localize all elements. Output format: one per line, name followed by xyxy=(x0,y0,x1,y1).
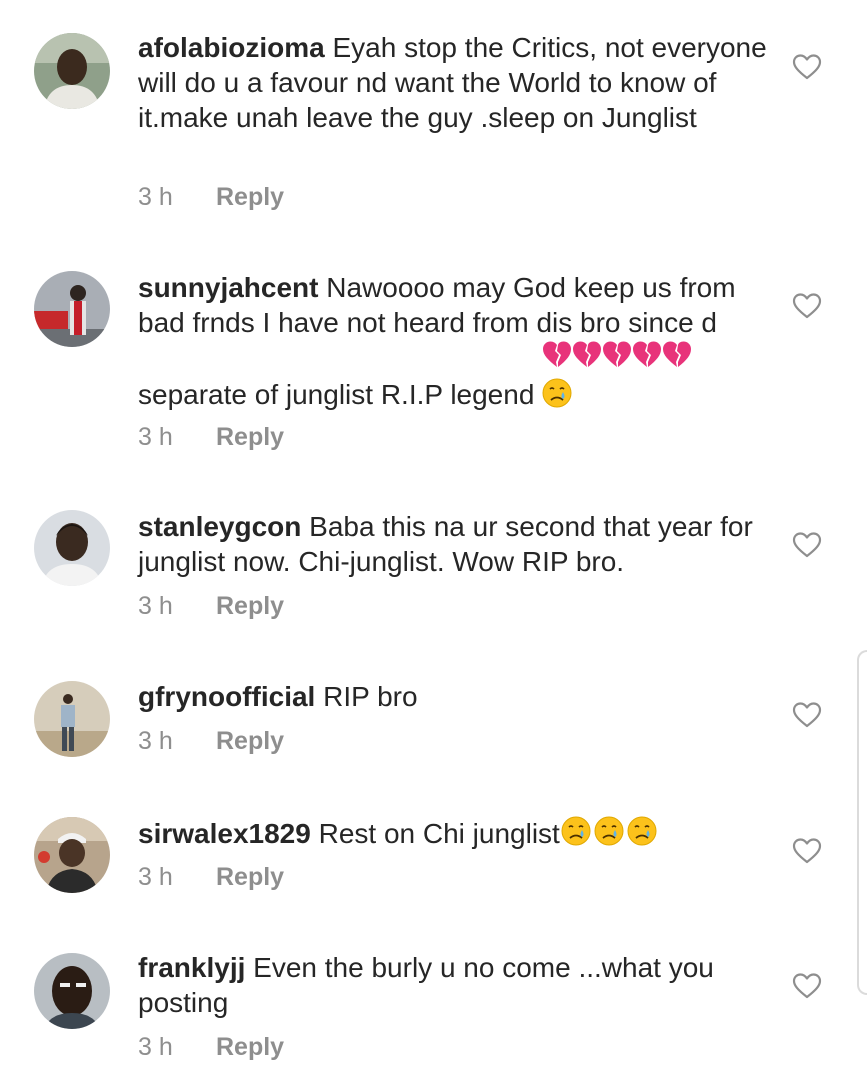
avatar[interactable] xyxy=(34,510,110,586)
comment-timestamp: 3 h xyxy=(138,863,173,891)
crying-face-icon xyxy=(561,816,657,846)
comment-timestamp: 3 h xyxy=(138,727,173,755)
heart-icon[interactable] xyxy=(792,53,822,81)
comment-username[interactable]: sirwalex1829 xyxy=(138,818,311,849)
reply-button[interactable]: Reply xyxy=(216,727,284,755)
comment-body: Rest on Chi junglist xyxy=(310,818,560,849)
emoji-group xyxy=(560,815,660,855)
comment-text: franklyjj Even the burly u no come ...wh… xyxy=(138,950,768,1020)
heart-icon[interactable] xyxy=(792,531,822,559)
avatar[interactable] xyxy=(34,817,110,893)
comment-text: sunnyjahcent Nawoooo may God keep us fro… xyxy=(138,270,768,416)
emoji-group xyxy=(542,340,692,416)
comment-meta: 3 h Reply xyxy=(138,592,284,621)
comment-timestamp: 3 h xyxy=(138,423,173,451)
reply-button[interactable]: Reply xyxy=(216,863,284,891)
comment-username[interactable]: afolabiozioma xyxy=(138,32,325,63)
reply-button[interactable]: Reply xyxy=(216,423,284,451)
avatar[interactable] xyxy=(34,271,110,347)
avatar[interactable] xyxy=(34,33,110,109)
reply-button[interactable]: Reply xyxy=(216,592,284,620)
heart-icon[interactable] xyxy=(792,701,822,729)
comment-username[interactable]: sunnyjahcent xyxy=(138,272,318,303)
comment-meta: 3 h Reply xyxy=(138,183,284,212)
comment-text: stanleygcon Baba this na ur second that … xyxy=(138,509,768,579)
heart-icon[interactable] xyxy=(792,292,822,320)
crying-face-icon xyxy=(542,378,572,408)
comment-meta: 3 h Reply xyxy=(138,1033,284,1062)
comment-username[interactable]: stanleygcon xyxy=(138,511,301,542)
comment-body: RIP bro xyxy=(315,681,418,712)
broken-heart-icon xyxy=(543,341,692,367)
comment-text: afolabiozioma Eyah stop the Critics, not… xyxy=(138,30,768,135)
comment-text: sirwalex1829 Rest on Chi junglist xyxy=(138,815,768,855)
heart-icon[interactable] xyxy=(792,972,822,1000)
comment-username[interactable]: gfrynoofficial xyxy=(138,681,315,712)
comment-timestamp: 3 h xyxy=(138,592,173,620)
avatar[interactable] xyxy=(34,681,110,757)
reply-button[interactable]: Reply xyxy=(216,1033,284,1061)
comment-meta: 3 h Reply xyxy=(138,863,284,892)
scrollbar[interactable] xyxy=(857,650,867,995)
comment-text: gfrynoofficial RIP bro xyxy=(138,679,768,714)
comment-username[interactable]: franklyjj xyxy=(138,952,245,983)
reply-button[interactable]: Reply xyxy=(216,183,284,211)
comment-meta: 3 h Reply xyxy=(138,423,284,452)
heart-icon[interactable] xyxy=(792,837,822,865)
comment-meta: 3 h Reply xyxy=(138,727,284,756)
comment-timestamp: 3 h xyxy=(138,183,173,211)
comment-timestamp: 3 h xyxy=(138,1033,173,1061)
avatar[interactable] xyxy=(34,953,110,1029)
